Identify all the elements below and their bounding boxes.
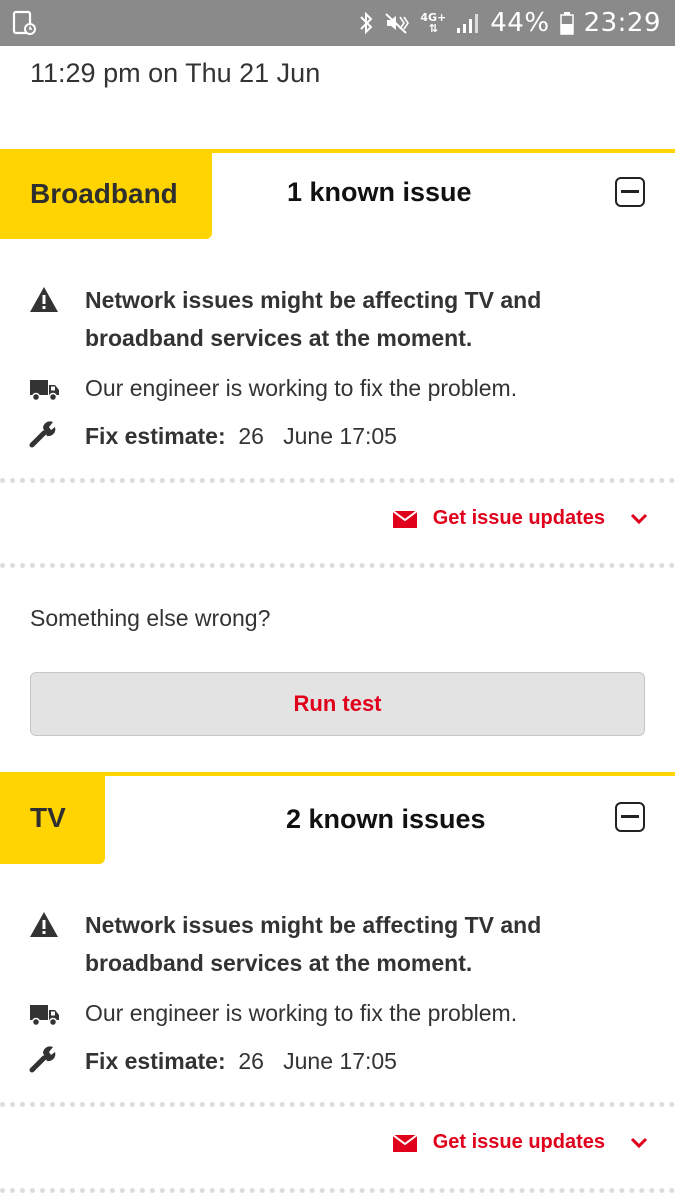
mute-vibrate-icon bbox=[385, 13, 410, 34]
status-bar: 4G+ ⇅ 44% 23:29 bbox=[0, 0, 675, 46]
something-else-wrong-text: Something else wrong? bbox=[30, 605, 271, 631]
signal-icon bbox=[457, 14, 479, 33]
dotted-divider bbox=[0, 478, 675, 483]
screenshot-icon bbox=[12, 10, 36, 35]
alert-text-line1: Network issues might be affecting TV and bbox=[85, 287, 542, 313]
fix-estimate-text: Fix estimate: 26 June 17:05 bbox=[85, 1042, 397, 1080]
issues-count-title: 2 known issues bbox=[286, 804, 486, 834]
issues-count-title: 1 known issue bbox=[287, 177, 472, 207]
dotted-divider bbox=[0, 563, 675, 568]
dotted-divider bbox=[0, 1102, 675, 1107]
network-type: 4G+ ⇅ bbox=[420, 11, 447, 35]
fix-estimate-value: 26 June 17:05 bbox=[238, 423, 397, 449]
last-updated-timestamp: 11:29 pm on Thu 21 Jun bbox=[30, 58, 321, 88]
get-issue-updates-button[interactable]: Get issue updates bbox=[392, 507, 649, 530]
mail-icon bbox=[392, 1133, 417, 1152]
alert-text-line2: broadband services at the moment. bbox=[85, 950, 473, 976]
fix-estimate-label: Fix estimate: bbox=[85, 423, 226, 449]
warning-icon bbox=[30, 912, 58, 937]
truck-icon bbox=[30, 380, 59, 402]
bluetooth-icon bbox=[360, 11, 373, 35]
get-issue-updates-button[interactable]: Get issue updates bbox=[392, 1131, 649, 1154]
warning-icon bbox=[30, 287, 58, 312]
get-issue-updates-label: Get issue updates bbox=[432, 507, 605, 529]
get-issue-updates-label: Get issue updates bbox=[432, 1131, 605, 1153]
engineer-text: Our engineer is working to fix the probl… bbox=[85, 375, 518, 401]
battery-percent: 44% bbox=[490, 8, 550, 38]
tv-section: TV 2 known issues Network issues might b… bbox=[0, 772, 675, 1200]
dotted-divider bbox=[0, 1188, 675, 1193]
battery-icon bbox=[559, 12, 574, 35]
broadband-tag: Broadband bbox=[0, 149, 212, 239]
mail-icon bbox=[392, 509, 417, 528]
alert-text-line1: Network issues might be affecting TV and bbox=[85, 912, 542, 938]
clock: 23:29 bbox=[583, 8, 661, 38]
run-test-button[interactable]: Run test bbox=[30, 672, 645, 736]
wrench-icon bbox=[29, 421, 56, 448]
chevron-down-icon bbox=[630, 1137, 648, 1148]
wrench-icon bbox=[29, 1046, 56, 1073]
collapse-icon[interactable] bbox=[615, 177, 645, 207]
broadband-section: Broadband 1 known issue Network issues m… bbox=[0, 149, 675, 569]
tv-tag: TV bbox=[0, 772, 105, 864]
engineer-text: Our engineer is working to fix the probl… bbox=[85, 1000, 518, 1026]
collapse-icon[interactable] bbox=[615, 802, 645, 832]
chevron-down-icon bbox=[630, 513, 648, 524]
truck-icon bbox=[30, 1005, 59, 1027]
fix-estimate-text: Fix estimate: 26 June 17:05 bbox=[85, 417, 397, 455]
fix-estimate-label: Fix estimate: bbox=[85, 1048, 226, 1074]
alert-text-line2: broadband services at the moment. bbox=[85, 325, 473, 351]
fix-estimate-value: 26 June 17:05 bbox=[238, 1048, 397, 1074]
